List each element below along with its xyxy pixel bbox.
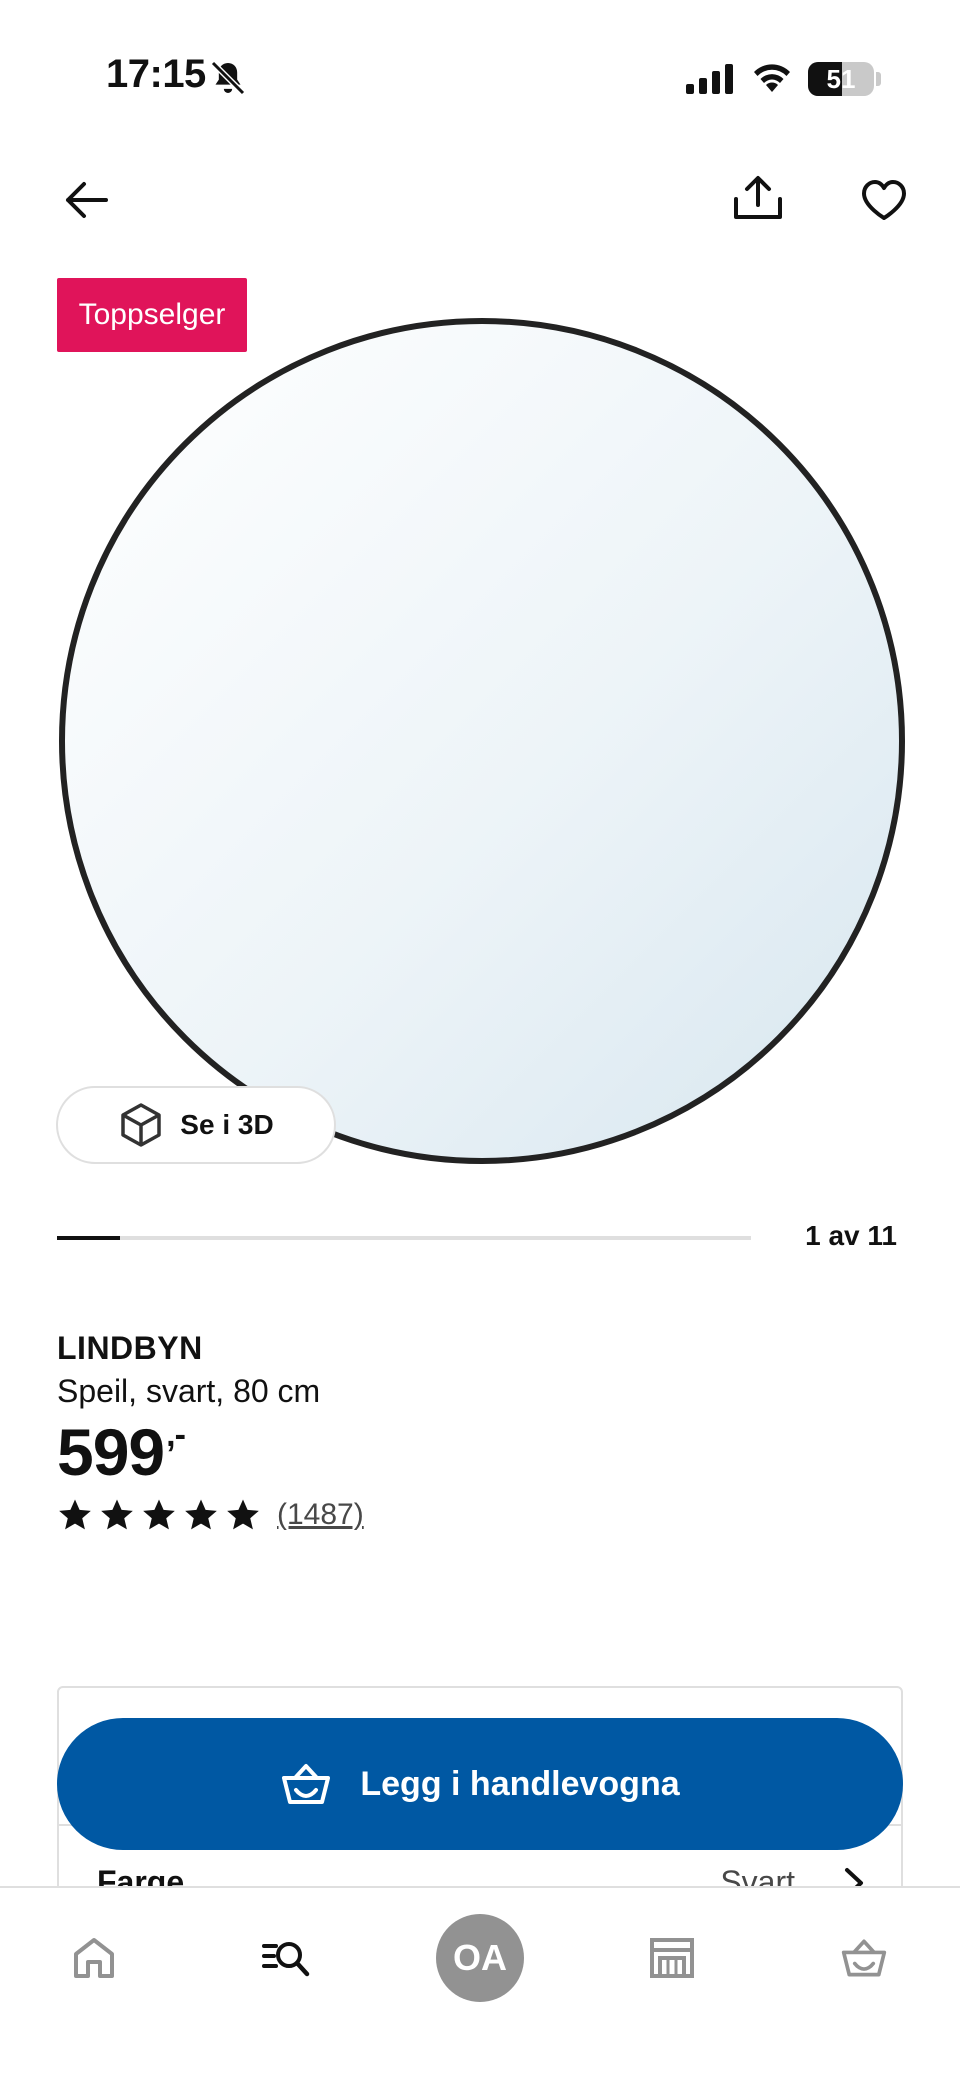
- tab-cart[interactable]: [814, 1908, 914, 2008]
- carousel-track: [57, 1236, 751, 1240]
- home-icon: [74, 1938, 114, 1978]
- view-in-3d-label: Se i 3D: [180, 1109, 274, 1140]
- star-icon: [227, 1499, 259, 1530]
- star-icon: [101, 1499, 133, 1530]
- product-info: LINDBYN Speil, svart, 80 cm 599 ,- (1487…: [57, 1330, 903, 1532]
- product-price: 599 ,-: [57, 1414, 903, 1490]
- tab-stores[interactable]: [622, 1908, 722, 2008]
- tab-home[interactable]: [44, 1908, 144, 2008]
- product-rating[interactable]: (1487): [57, 1498, 903, 1532]
- add-to-cart-label: Legg i handlevogna: [360, 1764, 680, 1803]
- cellular-signal-icon: [686, 64, 733, 94]
- status-time: 17:15: [106, 52, 206, 96]
- add-to-cart-button[interactable]: Legg i handlevogna: [57, 1718, 903, 1850]
- carousel-counter: 1 av 11: [805, 1220, 897, 1251]
- battery-indicator: 51: [808, 62, 874, 96]
- search-icon: [262, 1942, 310, 1977]
- star-icon: [143, 1499, 175, 1530]
- carousel-progress-fill: [57, 1236, 121, 1240]
- product-image-mirror: [59, 318, 905, 1164]
- price-suffix: ,-: [166, 1416, 186, 1454]
- status-bar: 17:15 51: [0, 0, 960, 150]
- arrow-left-icon: [66, 182, 108, 218]
- image-carousel-progress: 1 av 11: [57, 1220, 897, 1260]
- top-seller-badge: Toppselger: [57, 278, 247, 352]
- view-in-3d-button[interactable]: Se i 3D: [56, 1086, 336, 1164]
- store-icon: [650, 1938, 694, 1978]
- share-button[interactable]: [726, 166, 790, 230]
- product-description: Speil, svart, 80 cm: [57, 1373, 321, 1409]
- battery-nub: [876, 72, 881, 86]
- review-count-link[interactable]: (1487): [277, 1498, 364, 1532]
- price-amount: 599: [57, 1415, 165, 1489]
- basket-icon: [841, 1939, 887, 1977]
- favourite-button[interactable]: [852, 168, 916, 232]
- bell-muted-icon: [210, 60, 246, 96]
- share-icon: [734, 176, 782, 219]
- star-icon: [185, 1499, 217, 1530]
- product-name: LINDBYN: [57, 1330, 203, 1366]
- tab-search[interactable]: [236, 1908, 336, 2008]
- avatar: OA: [436, 1914, 524, 2002]
- tab-profile[interactable]: OA: [430, 1908, 530, 2008]
- cube-3d-icon: [121, 1103, 162, 1147]
- battery-level: 51: [826, 64, 856, 94]
- shopping-basket-icon: [282, 1764, 331, 1804]
- product-image-gallery[interactable]: Toppselger Se i 3D: [0, 265, 960, 1185]
- rating-stars: [57, 1498, 261, 1532]
- wifi-icon: [754, 64, 790, 92]
- top-navigation: [0, 150, 960, 260]
- bottom-tab-bar: OA: [0, 1886, 960, 2087]
- heart-icon: [862, 180, 906, 220]
- star-icon: [59, 1499, 91, 1530]
- back-button[interactable]: [54, 168, 118, 232]
